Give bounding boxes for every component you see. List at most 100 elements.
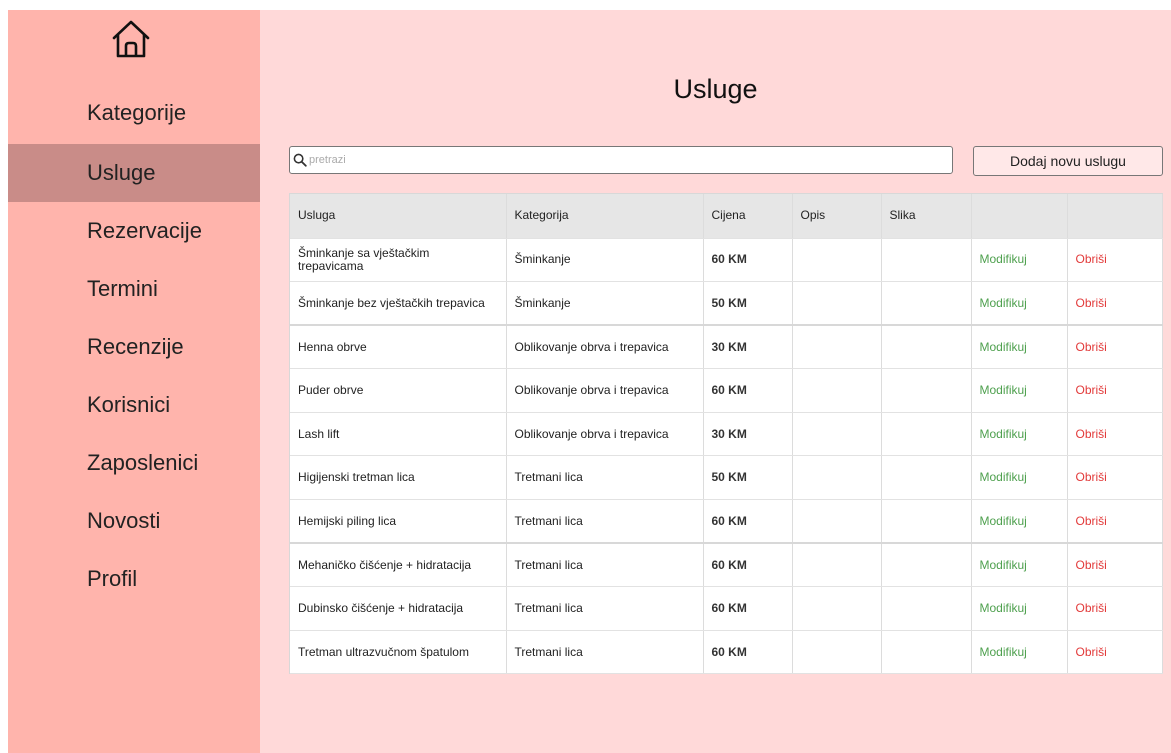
cell-kategorija: Šminkanje	[506, 238, 704, 283]
page-title: Usluge	[673, 74, 758, 104]
sidebar-item-kategorije[interactable]: Kategorije	[8, 84, 260, 142]
cell-usluga: Henna obrve	[290, 325, 507, 370]
add-service-button[interactable]: Dodaj novu uslugu	[973, 146, 1163, 176]
sidebar-item-label: Korisnici	[87, 392, 171, 417]
cell-cijena: 30 KM	[703, 325, 793, 370]
sidebar-item-label: Termini	[87, 276, 158, 301]
column-header-modify	[971, 194, 1068, 239]
sidebar-item-label: Recenzije	[87, 334, 184, 359]
cell-kategorija: Tretmani lica	[506, 586, 704, 631]
cell-kategorija: Tretmani lica	[506, 630, 704, 675]
sidebar-item-zaposlenici[interactable]: Zaposlenici	[8, 434, 260, 492]
table-row: Šminkanje sa vještačkim trepavicama Šmink…	[290, 238, 1163, 283]
cell-slika	[881, 543, 972, 588]
sidebar-item-rezervacije[interactable]: Rezervacije	[8, 202, 260, 260]
sidebar-item-label: Profil	[87, 566, 138, 591]
cell-cijena: 60 KM	[703, 368, 793, 413]
sidebar-item-label: Rezervacije	[87, 218, 202, 243]
sidebar-item-korisnici[interactable]: Korisnici	[8, 376, 260, 434]
cell-usluga: Higijenski tretman lica	[290, 455, 507, 501]
cell-usluga: Lash lift	[290, 412, 507, 457]
table-row: Henna obrve Oblikovanje obrva i trepavica…	[290, 325, 1163, 370]
table-row: Hemijski piling lica Tretmani lica 60 KM Mo…	[290, 499, 1163, 545]
sidebar-item-usluge[interactable]: Usluge	[8, 144, 260, 202]
cell-usluga: Mehaničko čišćenje + hidratacija	[290, 543, 507, 588]
delete-link[interactable]: Obriši	[1067, 412, 1163, 457]
sidebar-item-label: Zaposlenici	[87, 450, 199, 475]
column-header-slika[interactable]: Slika	[881, 194, 972, 239]
modify-link[interactable]: Modifikuj	[971, 412, 1068, 457]
column-header-cijena[interactable]: Cijena	[703, 194, 793, 239]
cell-slika	[881, 238, 972, 283]
cell-slika	[881, 281, 972, 327]
column-header-opis[interactable]: Opis	[792, 194, 882, 239]
cell-cijena: 50 KM	[703, 281, 793, 327]
cell-kategorija: Oblikovanje obrva i trepavica	[506, 368, 704, 413]
cell-kategorija: Tretmani lica	[506, 499, 704, 545]
cell-usluga: Šminkanje sa vještačkim trepavicama	[290, 238, 507, 283]
sidebar-item-profil[interactable]: Profil	[8, 550, 260, 608]
sidebar-item-recenzije[interactable]: Recenzije	[8, 318, 260, 376]
cell-opis	[792, 238, 882, 283]
cell-slika	[881, 586, 972, 631]
delete-link[interactable]: Obriši	[1067, 238, 1163, 283]
cell-cijena: 60 KM	[703, 499, 793, 545]
modify-link[interactable]: Modifikuj	[971, 630, 1068, 675]
cell-cijena: 60 KM	[703, 630, 793, 675]
cell-opis	[792, 630, 882, 675]
table-header-row: Usluga Kategorija Cijena Opis Slika	[290, 194, 1163, 239]
modify-link[interactable]: Modifikuj	[971, 543, 1068, 588]
modify-link[interactable]: Modifikuj	[971, 499, 1068, 545]
cell-usluga: Šminkanje bez vještačkih trepavica	[290, 281, 507, 327]
delete-link[interactable]: Obriši	[1067, 281, 1163, 327]
column-header-usluga[interactable]: Usluga	[290, 194, 507, 239]
cell-usluga: Tretman ultrazvučnom špatulom	[290, 630, 507, 675]
sidebar-item-novosti[interactable]: Novosti	[8, 492, 260, 550]
search-input[interactable]	[307, 149, 941, 171]
cell-opis	[792, 325, 882, 370]
modify-link[interactable]: Modifikuj	[971, 238, 1068, 283]
cell-slika	[881, 368, 972, 413]
cell-opis	[792, 412, 882, 457]
main-content: Usluge Dodaj novu uslugu Usluga Kategori…	[260, 10, 1171, 753]
modify-link[interactable]: Modifikuj	[971, 368, 1068, 413]
modify-link[interactable]: Modifikuj	[971, 325, 1068, 370]
modify-link[interactable]: Modifikuj	[971, 281, 1068, 327]
delete-link[interactable]: Obriši	[1067, 325, 1163, 370]
cell-cijena: 60 KM	[703, 238, 793, 283]
app-frame: Kategorije Usluge Rezervacije Termini Recenz…	[8, 10, 1171, 753]
cell-opis	[792, 368, 882, 413]
modify-link[interactable]: Modifikuj	[971, 455, 1068, 501]
modify-link[interactable]: Modifikuj	[971, 586, 1068, 631]
home-icon[interactable]	[110, 18, 152, 62]
column-header-kategorija[interactable]: Kategorija	[506, 194, 704, 239]
table-row: Tretman ultrazvučnom špatulom Tretmani li…	[290, 630, 1163, 675]
cell-slika	[881, 630, 972, 675]
cell-slika	[881, 455, 972, 501]
cell-opis	[792, 281, 882, 327]
cell-usluga: Hemijski piling lica	[290, 499, 507, 545]
sidebar-item-termini[interactable]: Termini	[8, 260, 260, 318]
cell-slika	[881, 499, 972, 545]
delete-link[interactable]: Obriši	[1067, 455, 1163, 501]
cell-opis	[792, 499, 882, 545]
cell-kategorija: Oblikovanje obrva i trepavica	[506, 325, 704, 370]
delete-link[interactable]: Obriši	[1067, 543, 1163, 588]
search-icon	[293, 153, 307, 167]
column-header-delete	[1067, 194, 1163, 239]
cell-opis	[792, 455, 882, 501]
table-row: Mehaničko čišćenje + hidratacija Tretmani…	[290, 543, 1163, 588]
table-row: Lash lift Oblikovanje obrva i trepavica 30…	[290, 412, 1163, 457]
delete-link[interactable]: Obriši	[1067, 368, 1163, 413]
cell-kategorija: Šminkanje	[506, 281, 704, 327]
search-bar[interactable]	[289, 146, 953, 174]
delete-link[interactable]: Obriši	[1067, 630, 1163, 675]
table-row: Šminkanje bez vještačkih trepavica Šminka…	[290, 281, 1163, 327]
sidebar: Kategorije Usluge Rezervacije Termini Recenz…	[8, 10, 260, 753]
cell-opis	[792, 543, 882, 588]
delete-link[interactable]: Obriši	[1067, 586, 1163, 631]
cell-cijena: 60 KM	[703, 543, 793, 588]
delete-link[interactable]: Obriši	[1067, 499, 1163, 545]
cell-usluga: Dubinsko čišćenje + hidratacija	[290, 586, 507, 631]
sidebar-item-label: Usluge	[87, 160, 156, 185]
